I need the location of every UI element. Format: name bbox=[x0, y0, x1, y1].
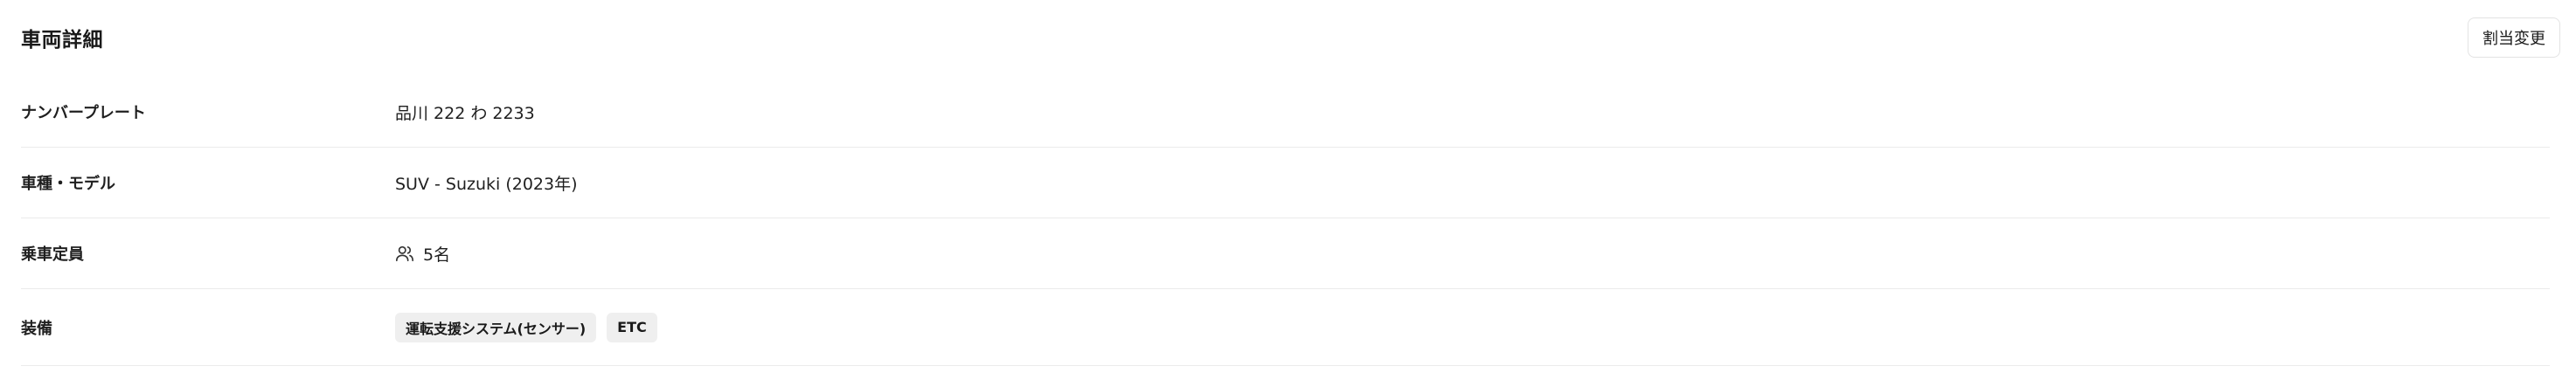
detail-label: 車種・モデル bbox=[21, 175, 115, 193]
equipment-tags: 運転支援システム(センサー) ETC bbox=[395, 312, 657, 342]
vehicle-details-panel: 車両詳細 割当変更 ナンバープレート 品川 222 わ 2233 車種・モデル … bbox=[0, 0, 2576, 373]
equipment-tag: 運転支援システム(センサー) bbox=[395, 312, 597, 342]
reassign-button[interactable]: 割当変更 bbox=[2468, 17, 2560, 58]
detail-label: 装備 bbox=[21, 319, 52, 338]
detail-row-license-plate: ナンバープレート 品川 222 わ 2233 bbox=[21, 77, 2550, 148]
license-plate-value: 品川 222 わ 2233 bbox=[395, 103, 535, 123]
detail-row-capacity: 乗車定員 5名 bbox=[21, 218, 2550, 289]
detail-row-equipment: 装備 運転支援システム(センサー) ETC bbox=[21, 289, 2550, 366]
detail-label: 乗車定員 bbox=[21, 245, 84, 264]
vehicle-model-value: SUV - Suzuki (2023年) bbox=[395, 174, 578, 194]
panel-header: 車両詳細 割当変更 bbox=[21, 16, 2560, 59]
capacity-value: 5名 bbox=[423, 245, 451, 265]
equipment-tag: ETC bbox=[607, 312, 657, 342]
page-title: 車両詳細 bbox=[21, 29, 103, 52]
people-icon bbox=[395, 244, 414, 263]
capacity-value-wrap: 5名 bbox=[395, 242, 450, 266]
details-list: ナンバープレート 品川 222 わ 2233 車種・モデル SUV - Suzu… bbox=[21, 77, 2550, 366]
detail-row-vehicle-model: 車種・モデル SUV - Suzuki (2023年) bbox=[21, 148, 2550, 218]
detail-label: ナンバープレート bbox=[21, 104, 146, 122]
